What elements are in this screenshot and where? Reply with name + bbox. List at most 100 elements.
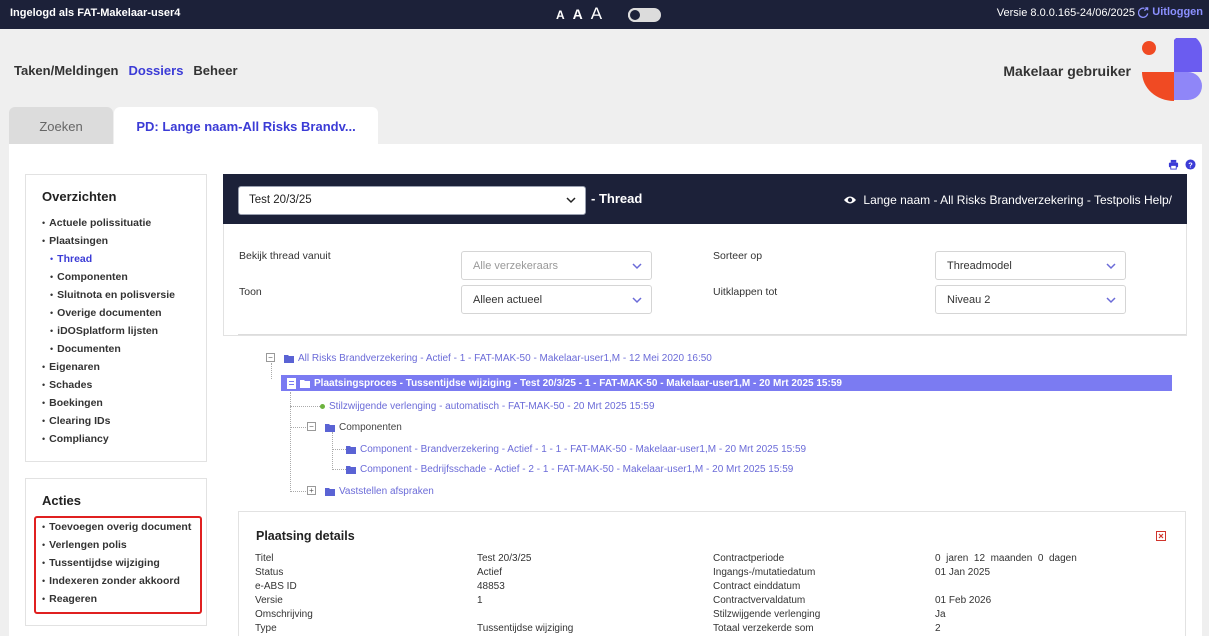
menu-compliancy[interactable]: Compliancy [26,430,206,448]
menu-actuele-polissituatie[interactable]: Actuele polissituatie [26,214,206,232]
bekijk-select-value: Alle verzekeraars [473,260,558,272]
folder-icon [300,379,310,388]
close-icon[interactable] [1156,531,1166,541]
chevron-down-icon [566,197,576,204]
tree-node-selected[interactable]: Plaatsingsproces - Tussentijdse wijzigin… [281,375,1172,391]
thread-select[interactable]: Test 20/3/25 [238,186,586,215]
user-name: Makelaar gebruiker [1003,63,1131,79]
uitklappen-select-value: Niveau 2 [947,294,991,306]
menu-idosplatform-lijsten[interactable]: iDOSplatform lijsten [26,322,206,340]
nav-beheer[interactable]: Beheer [193,63,237,78]
collapse-root-toggle[interactable]: − [266,353,275,362]
detail-value: 01 Jan 2025 [935,567,991,578]
menu-plaatsingen[interactable]: Plaatsingen [26,232,206,250]
tree-node-afspraken[interactable]: Vaststellen afspraken [325,485,434,497]
overzichten-box: Overzichten Actuele polissituatie Plaats… [25,174,207,462]
bekijk-select[interactable]: Alle verzekeraars [461,251,652,280]
tree-node-label: Plaatsingsproces - Tussentijdse wijzigin… [314,377,842,389]
acties-highlight [34,516,202,614]
folder-icon [325,423,335,432]
tree-node-label: Vaststellen afspraken [339,485,434,497]
menu-schades[interactable]: Schades [26,376,206,394]
menu-documenten[interactable]: Documenten [26,340,206,358]
nav-taken-meldingen[interactable]: Taken/Meldingen [14,63,119,78]
detail-label: Stilzwijgende verlenging [713,609,821,620]
menu-overige-documenten[interactable]: Overige documenten [26,304,206,322]
thread-header: Test 20/3/25 - Thread Lange naam - All R… [223,174,1187,224]
moon-icon [628,8,642,22]
acties-title: Acties [42,493,82,508]
nav-dossiers[interactable]: Dossiers [129,63,184,78]
detail-label: Totaal verzekerde som [713,623,814,634]
detail-label: Status [255,567,284,578]
menu-clearing-ids[interactable]: Clearing IDs [26,412,206,430]
tree-node-componenten[interactable]: Componenten [325,421,402,433]
tree-node-label: Componenten [339,421,402,433]
tree-node-label: Component - Brandverzekering - Actief - … [360,443,807,455]
tree-line [271,363,272,379]
tree-line [290,392,291,492]
tree-node-root[interactable]: All Risks Brandverzekering - Actief - 1 … [284,352,712,364]
help-icon[interactable]: ? [1185,159,1196,170]
detail-label: Titel [255,553,274,564]
login-status: Ingelogd als FAT-Makelaar-user4 [10,7,181,19]
font-size-small-button[interactable]: A [556,8,565,22]
toon-select[interactable]: Alleen actueel [461,285,652,314]
menu-eigenaren[interactable]: Eigenaren [26,358,206,376]
sorteer-select[interactable]: Threadmodel [935,251,1126,280]
svg-text:?: ? [1188,160,1193,169]
filters-divider [238,334,1186,335]
chevron-down-icon [1106,263,1116,270]
detail-value: 0 jaren 12 maanden 0 dagen [935,553,1077,564]
tree-node-verlenging[interactable]: Stilzwijgende verlenging - automatisch -… [320,400,655,412]
detail-label: Contractvervaldatum [713,595,806,606]
font-size-medium-button[interactable]: A [573,6,583,22]
uitklappen-select[interactable]: Niveau 2 [935,285,1126,314]
tree-node-component-brand[interactable]: Component - Brandverzekering - Actief - … [346,443,806,455]
toon-select-value: Alleen actueel [473,294,543,306]
chevron-down-icon [1106,297,1116,304]
tree-node-component-bedrijfsschade[interactable]: Component - Bedrijfsschade - Actief - 2 … [346,463,793,475]
tree-line [332,469,346,470]
detail-value: 1 [477,595,483,606]
document-icon [287,377,296,389]
menu-componenten[interactable]: Componenten [26,268,206,286]
expand-afspraken-toggle[interactable]: + [307,486,316,495]
sorteer-select-value: Threadmodel [947,260,1012,272]
folder-icon [346,465,356,474]
polis-name: Lange naam - All Risks Brandverzekering … [863,193,1172,207]
eye-icon [844,196,857,204]
tab-zoeken[interactable]: Zoeken [9,107,113,145]
detail-value: Tussentijdse wijziging [477,623,574,634]
folder-icon [284,354,294,363]
tree-node-label: Stilzwijgende verlenging - automatisch -… [329,400,655,412]
menu-sluitnota[interactable]: Sluitnota en polisversie [26,286,206,304]
detail-value: 01 Feb 2026 [935,595,992,606]
menu-boekingen[interactable]: Boekingen [26,394,206,412]
sorteer-label: Sorteer op [713,250,763,262]
uitklappen-label: Uitklappen tot [713,286,778,298]
detail-value: Ja [935,609,946,620]
folder-icon [346,445,356,454]
tab-polisdossier[interactable]: PD: Lange naam-All Risks Brandv... [114,107,378,145]
detail-label: e-ABS ID [255,581,297,592]
chevron-down-icon [632,297,642,304]
collapse-componenten-toggle[interactable]: − [307,422,316,431]
menu-thread[interactable]: Thread [26,250,206,268]
overzichten-menu: Actuele polissituatie Plaatsingen Thread… [26,214,206,448]
detail-label: Type [255,623,277,634]
print-icon[interactable] [1168,159,1179,170]
detail-label: Ingangs-/mutatiedatum [713,567,816,578]
status-dot-icon [320,403,325,409]
logout-link[interactable]: Uitloggen [1138,6,1203,18]
dark-mode-toggle[interactable] [628,8,661,22]
polis-info: Lange naam - All Risks Brandverzekering … [843,193,1172,207]
font-size-controls: A A A [556,4,602,24]
plaatsing-details: Plaatsing details Titel Test 20/3/25 Sta… [238,511,1186,636]
header: Taken/Meldingen Dossiers Beheer Makelaar… [0,29,1209,111]
detail-value: Test 20/3/25 [477,553,532,564]
font-size-large-button[interactable]: A [591,4,602,24]
detail-value: 48853 [477,581,505,592]
thread-filters: Bekijk thread vanuit Alle verzekeraars S… [223,224,1187,336]
tree-node-label: All Risks Brandverzekering - Actief - 1 … [298,352,712,364]
